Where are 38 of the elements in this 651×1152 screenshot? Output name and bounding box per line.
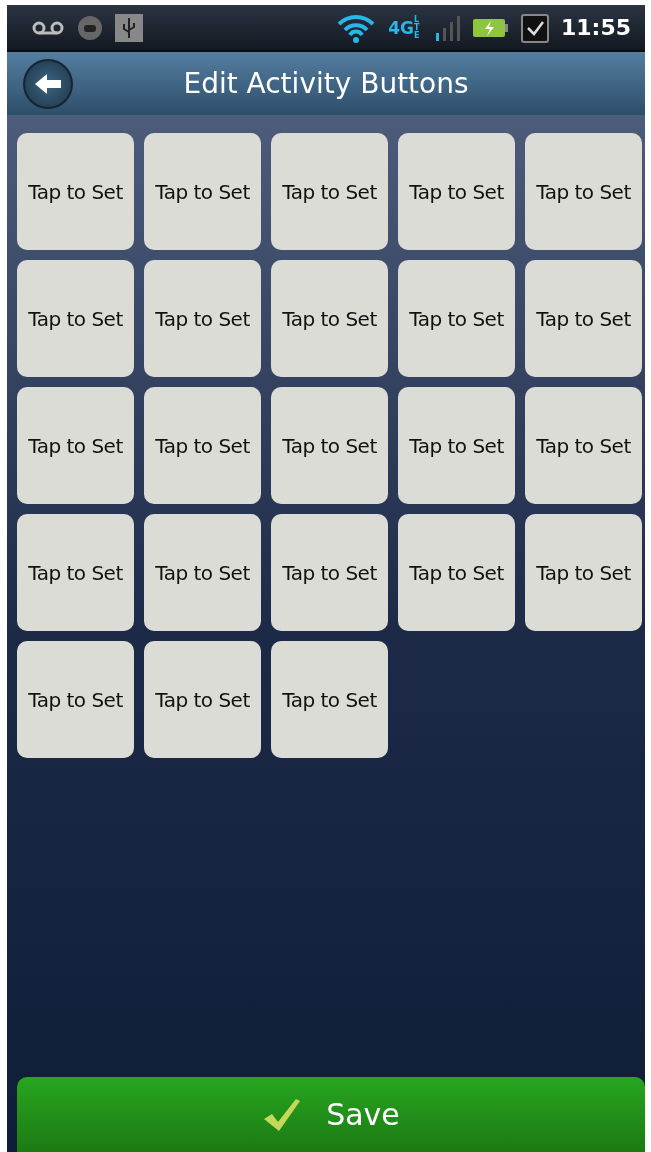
activity-button[interactable]: Tap to Set bbox=[17, 387, 134, 504]
usb-icon bbox=[115, 13, 143, 42]
activity-button[interactable]: Tap to Set bbox=[17, 514, 134, 631]
activity-button[interactable]: Tap to Set bbox=[398, 387, 515, 504]
save-button[interactable]: Save bbox=[17, 1077, 645, 1152]
activity-button[interactable]: Tap to Set bbox=[271, 514, 388, 631]
activity-button[interactable]: Tap to Set bbox=[398, 514, 515, 631]
activity-button[interactable]: Tap to Set bbox=[144, 641, 261, 758]
activity-button[interactable]: Tap to Set bbox=[17, 260, 134, 377]
lte-label: LTE bbox=[413, 15, 421, 40]
network-label: 4G bbox=[388, 17, 414, 38]
checkbox-icon bbox=[520, 12, 549, 43]
activity-button[interactable]: Tap to Set bbox=[144, 260, 261, 377]
activity-button[interactable]: Tap to Set bbox=[17, 133, 134, 250]
activity-button[interactable]: Tap to Set bbox=[144, 387, 261, 504]
activity-button[interactable]: Tap to Set bbox=[144, 514, 261, 631]
activity-button[interactable]: Tap to Set bbox=[525, 260, 642, 377]
activity-button[interactable]: Tap to Set bbox=[271, 641, 388, 758]
clock-time: 11:55 bbox=[560, 15, 631, 40]
activity-button[interactable]: Tap to Set bbox=[144, 133, 261, 250]
activity-button[interactable]: Tap to Set bbox=[271, 387, 388, 504]
back-button[interactable] bbox=[23, 58, 73, 109]
checkmark-icon bbox=[262, 1096, 303, 1133]
activity-button[interactable]: Tap to Set bbox=[398, 133, 515, 250]
voicemail-icon bbox=[31, 19, 65, 36]
activity-button[interactable]: Tap to Set bbox=[17, 641, 134, 758]
battery-charging-icon bbox=[472, 17, 509, 38]
activity-button[interactable]: Tap to Set bbox=[271, 133, 388, 250]
circle-icon bbox=[77, 14, 103, 41]
activity-button[interactable]: Tap to Set bbox=[525, 514, 642, 631]
signal-icon bbox=[434, 14, 461, 41]
activity-button[interactable]: Tap to Set bbox=[398, 260, 515, 377]
activity-button[interactable]: Tap to Set bbox=[271, 260, 388, 377]
back-arrow-icon bbox=[33, 71, 63, 96]
wifi-icon bbox=[336, 12, 377, 43]
screen-title: Edit Activity Buttons bbox=[182, 67, 470, 100]
activity-button[interactable]: Tap to Set bbox=[525, 387, 642, 504]
activity-button[interactable]: Tap to Set bbox=[525, 133, 642, 250]
